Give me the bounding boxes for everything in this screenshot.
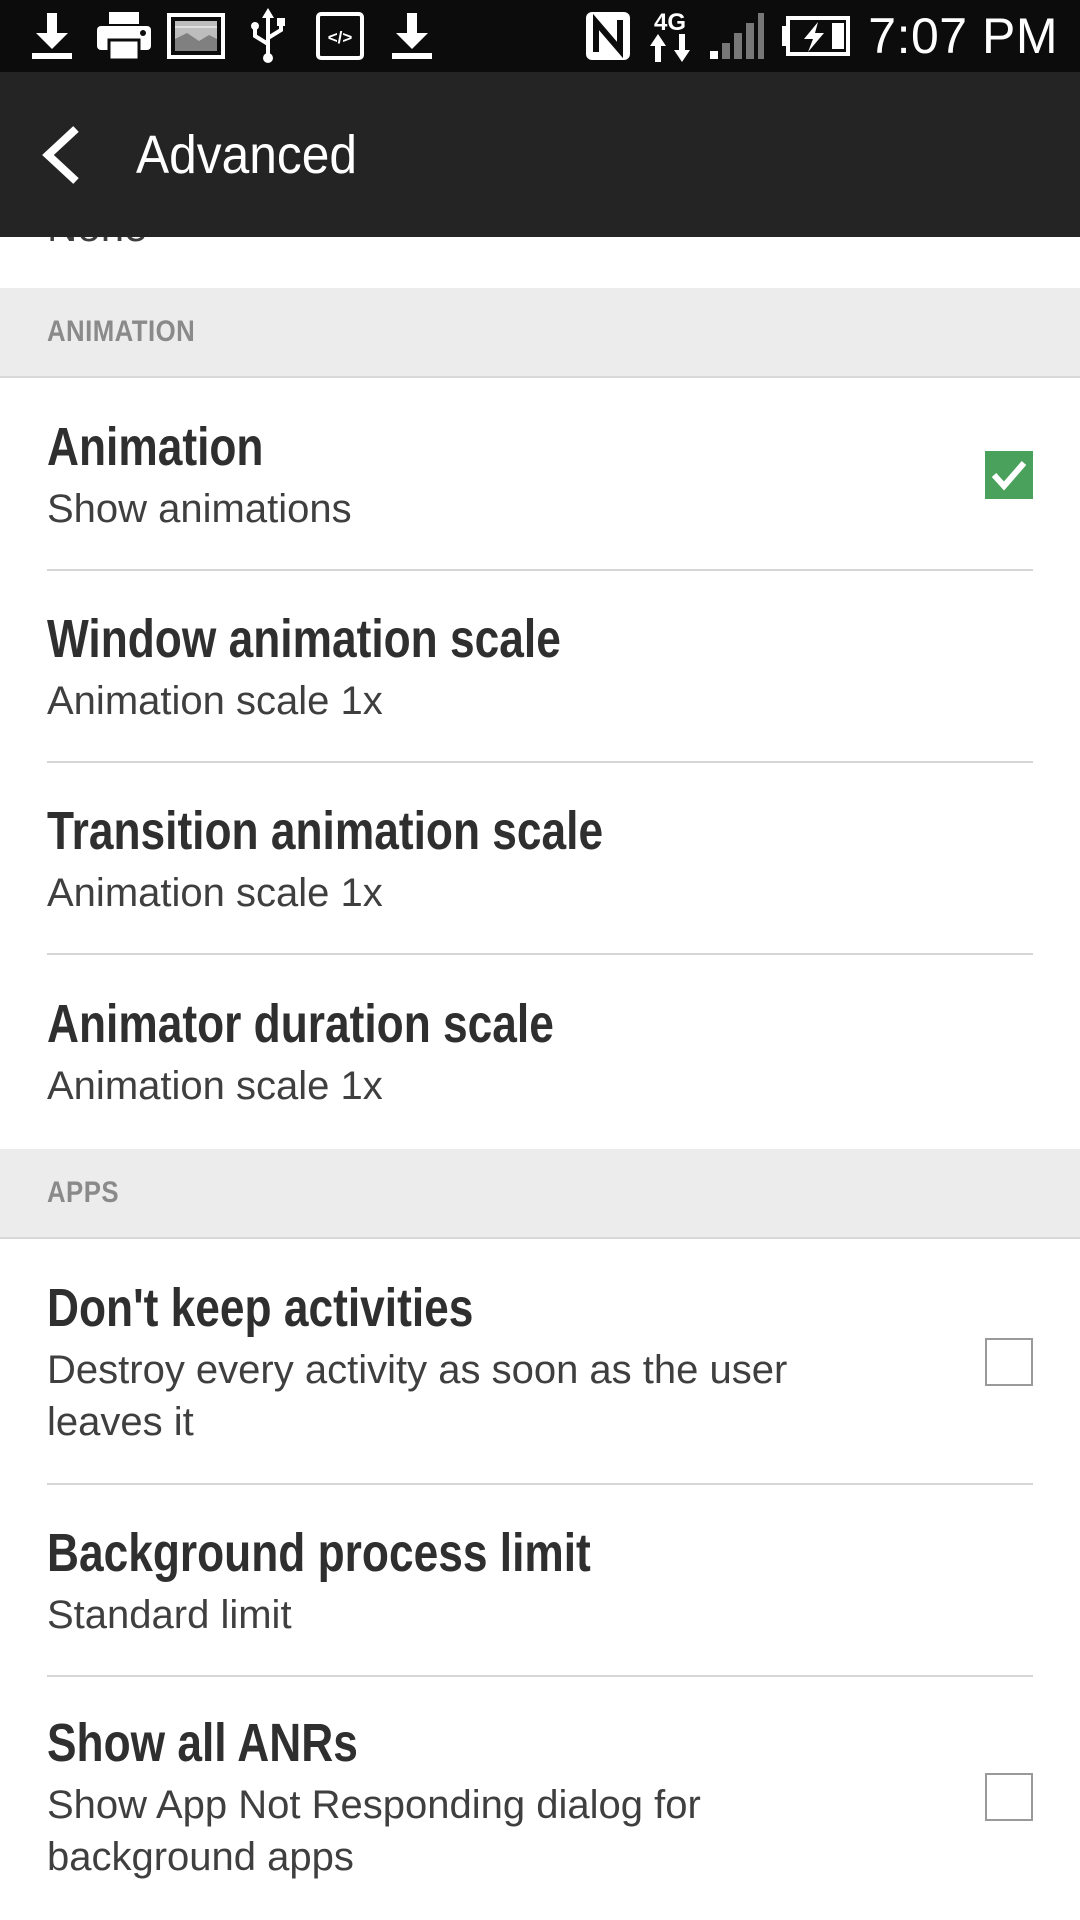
preference-title: Show all ANRs bbox=[47, 1713, 358, 1773]
show-all-anrs-preference[interactable]: Show all ANRs Show App Not Responding di… bbox=[0, 1677, 1080, 1917]
window-animation-scale-preference[interactable]: Window animation scale Animation scale 1… bbox=[0, 571, 1080, 763]
clipped-previous-item[interactable]: None bbox=[0, 237, 1080, 288]
show-all-anrs-checkbox[interactable] bbox=[985, 1773, 1033, 1821]
preference-summary: Show animations bbox=[47, 486, 352, 531]
download-icon bbox=[22, 6, 82, 66]
dont-keep-activities-checkbox[interactable] bbox=[985, 1338, 1033, 1386]
clipped-summary: None bbox=[47, 237, 147, 251]
animation-checkbox[interactable] bbox=[985, 450, 1033, 499]
preference-summary: Animation scale 1x bbox=[47, 1064, 383, 1108]
animator-duration-scale-preference[interactable]: Animator duration scale Animation scale … bbox=[0, 955, 1080, 1149]
preference-summary: Animation scale 1x bbox=[47, 871, 383, 915]
preference-title: Don't keep activities bbox=[47, 1278, 474, 1338]
printer-icon bbox=[94, 6, 154, 66]
preference-summary: Destroy every activity as soon as the us… bbox=[47, 1348, 788, 1444]
image-icon bbox=[166, 6, 226, 66]
page-title: Advanced bbox=[136, 124, 357, 185]
status-bar: </> 4G 7:07 PM bbox=[0, 0, 1080, 72]
animation-preference[interactable]: Animation Show animations bbox=[0, 378, 1080, 571]
section-header-apps: APPS bbox=[0, 1149, 1080, 1239]
notification-icons: </> bbox=[22, 0, 454, 72]
signal-icon bbox=[708, 6, 766, 66]
preference-summary: Animation scale 1x bbox=[47, 679, 383, 723]
system-icons: 4G 7:07 PM bbox=[570, 0, 1058, 72]
battery-charging-icon bbox=[780, 6, 851, 66]
preference-title: Window animation scale bbox=[47, 609, 561, 669]
settings-list[interactable]: None ANIMATION Animation Show animations… bbox=[0, 237, 1080, 1920]
preference-summary: Standard limit bbox=[47, 1593, 292, 1637]
code-glyph: </> bbox=[328, 28, 353, 47]
dont-keep-activities-preference[interactable]: Don't keep activities Destroy every acti… bbox=[0, 1239, 1080, 1485]
section-header-animation: ANIMATION bbox=[0, 288, 1080, 378]
checkmark-icon bbox=[991, 460, 1027, 491]
4g-data-icon: 4G bbox=[646, 6, 694, 66]
preference-title: Background process limit bbox=[47, 1523, 591, 1583]
preference-summary: Show App Not Responding dialog for backg… bbox=[47, 1783, 701, 1879]
background-process-limit-preference[interactable]: Background process limit Standard limit bbox=[0, 1485, 1080, 1677]
preference-title: Animation bbox=[47, 416, 264, 477]
nfc-icon bbox=[584, 6, 632, 66]
code-icon: </> bbox=[310, 6, 370, 66]
clock: 7:07 PM bbox=[868, 8, 1058, 64]
section-header-label: APPS bbox=[47, 1176, 119, 1209]
preference-title: Animator duration scale bbox=[47, 994, 554, 1054]
preference-title: Transition animation scale bbox=[47, 801, 604, 861]
download-icon bbox=[382, 6, 442, 66]
section-header-label: ANIMATION bbox=[47, 315, 196, 348]
back-button[interactable] bbox=[40, 72, 130, 237]
chevron-left-icon bbox=[42, 125, 79, 184]
usb-icon bbox=[238, 6, 298, 66]
transition-animation-scale-preference[interactable]: Transition animation scale Animation sca… bbox=[0, 763, 1080, 955]
action-bar: Advanced bbox=[0, 72, 1080, 237]
network-type-label: 4G bbox=[654, 9, 686, 36]
